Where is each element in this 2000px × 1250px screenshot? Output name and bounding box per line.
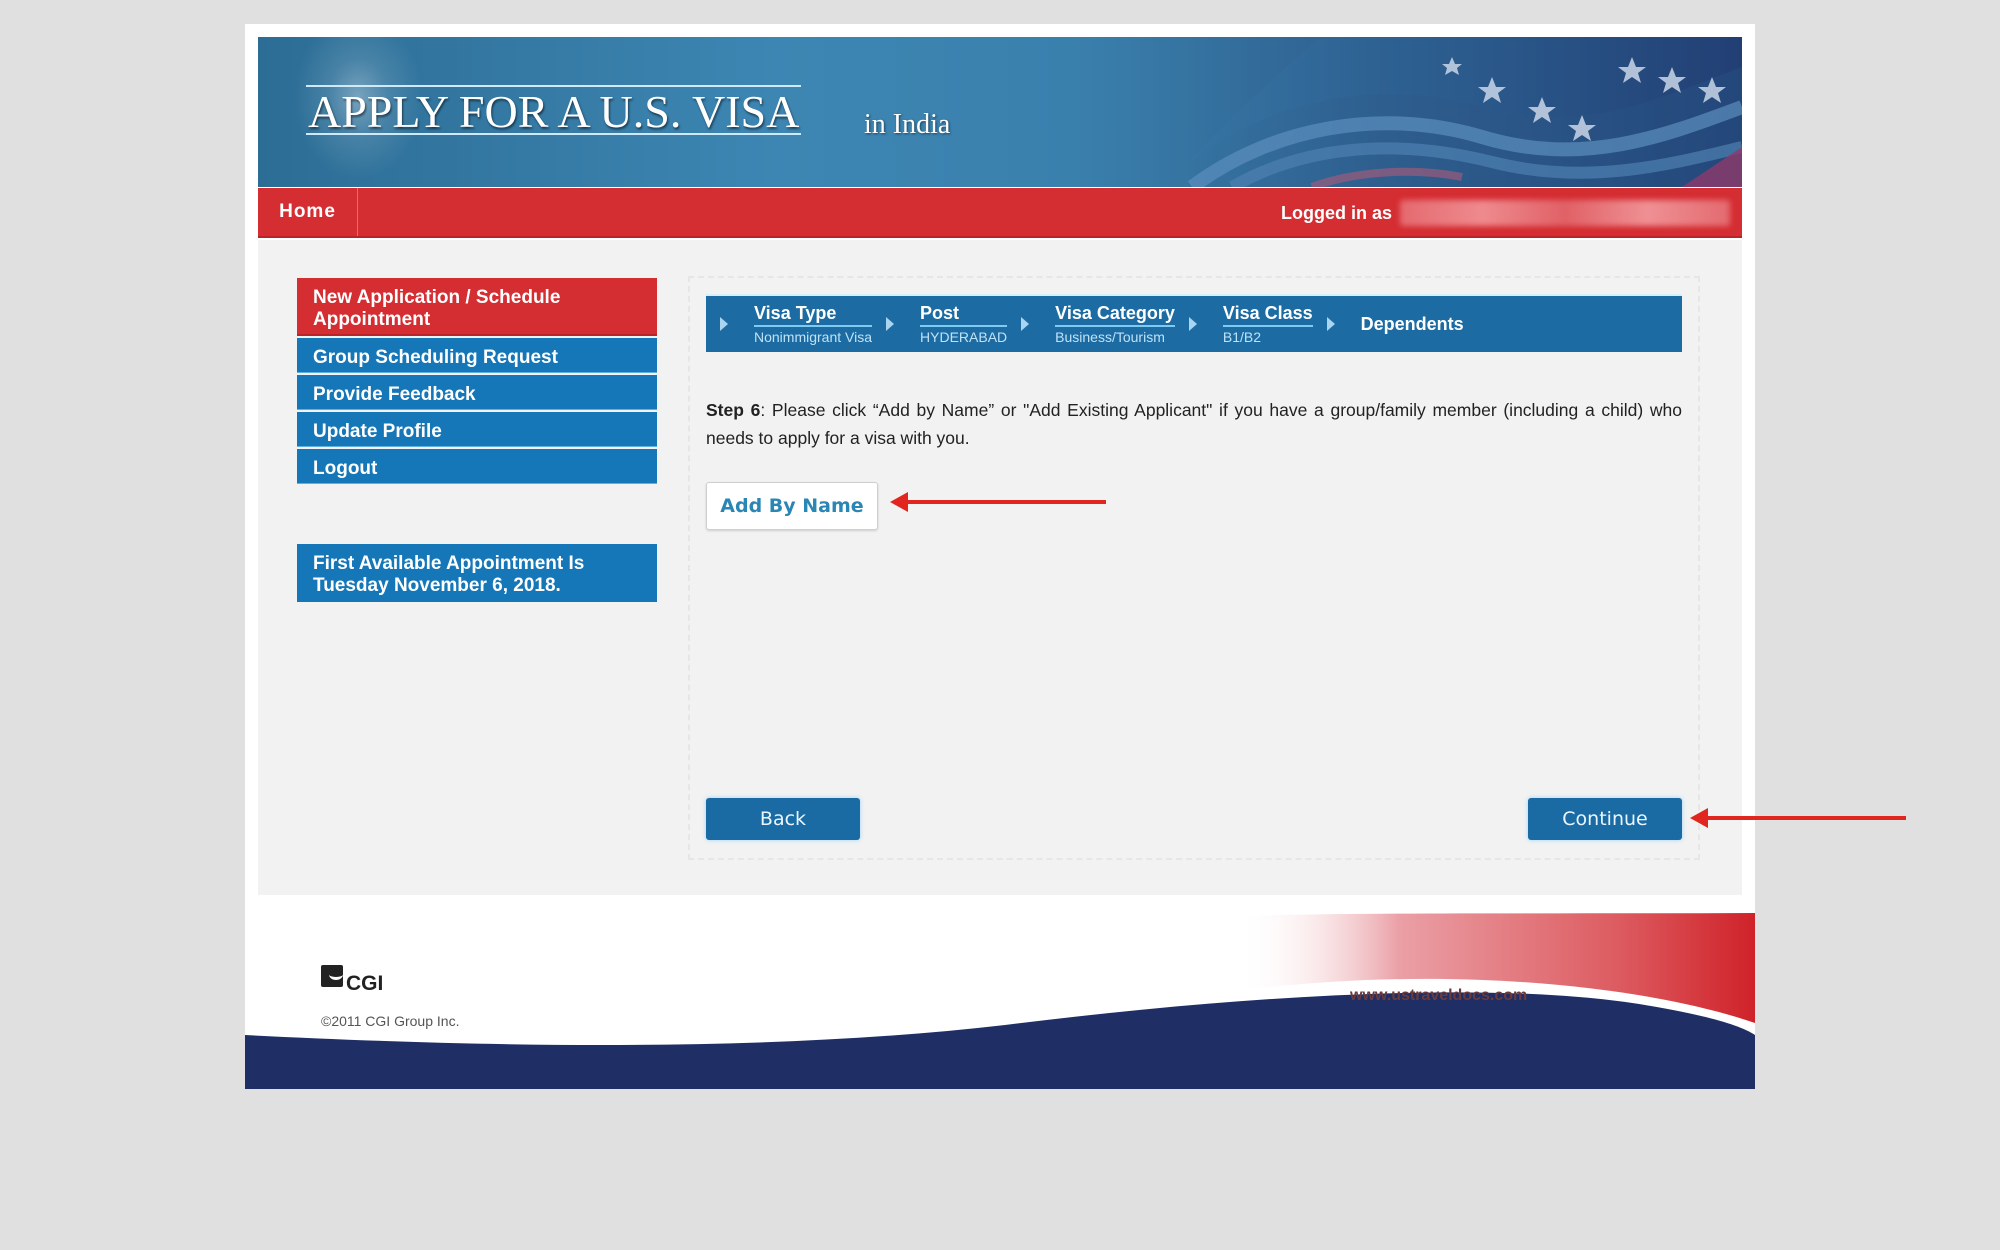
progress-steps-bar: Visa Type Nonimmigrant Visa Post HYDERAB… xyxy=(706,294,1682,352)
instructions-text: : Please click “Add by Name” or "Add Exi… xyxy=(706,400,1682,448)
step-visa-class[interactable]: Visa Class B1/B2 xyxy=(1175,302,1313,347)
site-url-link[interactable]: www.ustraveldocs.com xyxy=(1350,987,1527,1005)
logged-in-label: Logged in as xyxy=(1280,202,1392,223)
page-container: APPLY FOR A U.S. VISA in India Home Logg… xyxy=(245,24,1755,1089)
footer-wave-graphic xyxy=(245,913,1755,1089)
step-name: Post xyxy=(920,302,1008,327)
banner-title: APPLY FOR A U.S. VISA xyxy=(308,86,800,137)
step-name: Visa Category xyxy=(1055,302,1175,327)
step-value: B1/B2 xyxy=(1222,328,1262,345)
step-dependents: Dependents xyxy=(1313,313,1464,336)
step-label: Step 6 xyxy=(706,400,761,420)
banner-title-frame: APPLY FOR A U.S. VISA xyxy=(306,85,802,137)
first-available-appointment-notice: First Available Appointment Is Tuesday N… xyxy=(297,544,657,602)
chevron-right-icon xyxy=(1188,317,1197,331)
step-value: HYDERABAD xyxy=(920,328,1008,345)
step-name: Visa Type xyxy=(754,302,873,327)
cgi-logo: CGI xyxy=(321,965,383,994)
annotation-arrow-add-by-name xyxy=(890,492,1106,512)
annotation-arrow-continue xyxy=(1690,808,1906,828)
step-value: Nonimmigrant Visa xyxy=(754,328,873,345)
logged-in-user-redacted xyxy=(1400,200,1730,226)
cgi-logo-text: CGI xyxy=(346,972,384,995)
footer: CGI ©2011 CGI Group Inc. www.ustraveldoc… xyxy=(245,895,1755,1089)
step-instructions: Step 6: Please click “Add by Name” or "A… xyxy=(706,396,1682,452)
step-name: Visa Class xyxy=(1222,302,1313,327)
main-content: New Application / Schedule Appointment G… xyxy=(258,240,1742,895)
us-flag-image xyxy=(1162,37,1742,187)
sidebar-menu: New Application / Schedule Appointment G… xyxy=(297,278,657,486)
chevron-right-icon xyxy=(720,317,728,331)
logged-in-indicator: Logged in as xyxy=(1281,198,1730,228)
cgi-logo-icon xyxy=(321,965,343,987)
add-by-name-button[interactable]: Add By Name xyxy=(706,482,878,530)
chevron-right-icon xyxy=(886,317,895,331)
chevron-right-icon xyxy=(1326,317,1335,331)
step-visa-category[interactable]: Visa Category Business/Tourism xyxy=(1007,302,1175,347)
banner-subtitle: in India xyxy=(864,109,951,140)
continue-button[interactable]: Continue xyxy=(1528,798,1682,840)
sidebar-item-logout[interactable]: Logout xyxy=(297,449,657,484)
header-banner: APPLY FOR A U.S. VISA in India xyxy=(258,37,1742,187)
back-button[interactable]: Back xyxy=(706,798,860,840)
copyright-text: ©2011 CGI Group Inc. xyxy=(321,1013,460,1029)
application-panel: Visa Type Nonimmigrant Visa Post HYDERAB… xyxy=(688,276,1700,860)
sidebar-item-update-profile[interactable]: Update Profile xyxy=(297,412,657,447)
chevron-right-icon xyxy=(1021,317,1030,331)
step-name-current: Dependents xyxy=(1360,313,1464,334)
sidebar-item-new-application[interactable]: New Application / Schedule Appointment xyxy=(297,278,657,336)
nav-home-link[interactable]: Home xyxy=(258,188,358,236)
step-visa-type[interactable]: Visa Type Nonimmigrant Visa xyxy=(706,302,873,347)
sidebar-item-provide-feedback[interactable]: Provide Feedback xyxy=(297,375,657,410)
sidebar-item-group-scheduling[interactable]: Group Scheduling Request xyxy=(297,338,657,373)
top-nav-bar: Home Logged in as xyxy=(258,188,1742,238)
step-post[interactable]: Post HYDERABAD xyxy=(872,302,1008,347)
step-value: Business/Tourism xyxy=(1055,328,1165,345)
